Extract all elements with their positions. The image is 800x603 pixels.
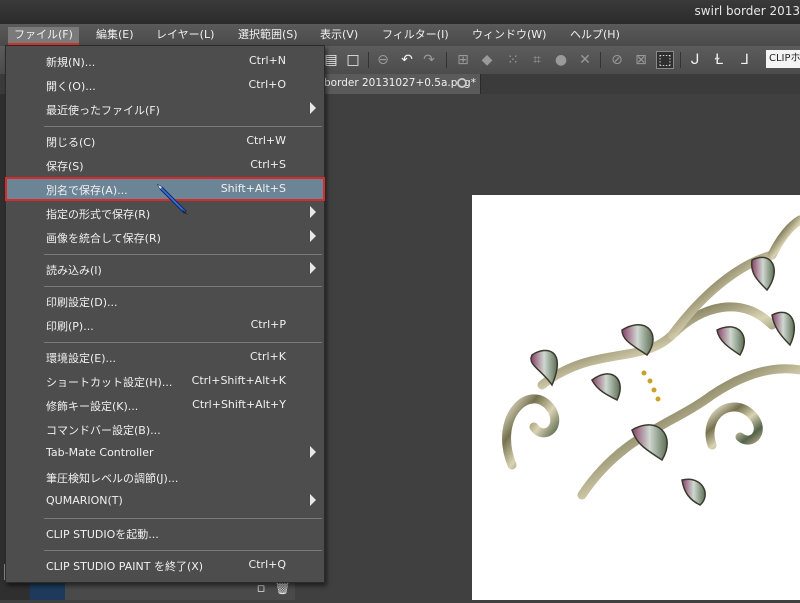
submenu-arrow-icon (310, 102, 316, 114)
menu-file[interactable]: ファイル(F) (8, 27, 79, 45)
submenu-arrow-icon (310, 230, 316, 242)
menu-item-close[interactable]: 閉じる(C) Ctrl+W (6, 130, 324, 152)
menu-selection[interactable]: 選択範囲(S) (232, 27, 304, 43)
menu-item-new[interactable]: 新規(N)... Ctrl+N (6, 50, 324, 72)
menu-edit[interactable]: 編集(E) (90, 27, 140, 43)
menu-item-shortcut-settings[interactable]: ショートカット設定(H)... Ctrl+Shift+Alt+K (6, 370, 324, 392)
menu-separator (44, 126, 322, 127)
submenu-arrow-icon (310, 494, 316, 506)
menu-item-tab-mate-controller[interactable]: Tab-Mate Controller (6, 442, 324, 464)
clear-icon[interactable]: ✕ (576, 51, 594, 69)
submenu-arrow-icon (310, 262, 316, 274)
title-bar: swirl border 2013 (0, 0, 800, 24)
ruler-visibility-icon[interactable]: ⊠ (632, 51, 650, 69)
pen-cursor-icon (156, 183, 188, 215)
swirl-artwork-image (502, 215, 800, 506)
quick-access-combo[interactable]: CLIPホーム (766, 50, 800, 68)
menu-filter[interactable]: フィルター(I) (376, 27, 455, 43)
menu-item-import[interactable]: 読み込み(I) (6, 258, 324, 280)
submenu-arrow-icon (310, 446, 316, 458)
menu-separator (44, 518, 322, 519)
menu-separator (44, 550, 322, 551)
undo-disabled-icon[interactable]: ⊖ (374, 51, 392, 69)
tool-icon[interactable]: ⅃ (736, 51, 754, 69)
document-tab-label: border 20131027+0.5a.png* (324, 77, 476, 89)
menu-separator (44, 286, 322, 287)
menu-item-preferences[interactable]: 環境設定(E)... Ctrl+K (6, 346, 324, 368)
deselect-icon[interactable]: ⁙ (504, 51, 522, 69)
menu-help[interactable]: ヘルプ(H) (564, 27, 626, 43)
submenu-arrow-icon (310, 206, 316, 218)
pen-icon[interactable]: ᒍ (686, 51, 704, 69)
menu-separator (44, 342, 322, 343)
window-title: swirl border 2013 (694, 4, 800, 18)
menu-view[interactable]: 表示(V) (314, 27, 364, 43)
menu-item-print[interactable]: 印刷(P)... Ctrl+P (6, 314, 324, 336)
menu-item-open[interactable]: 開く(O)... Ctrl+O (6, 74, 324, 96)
erase-icon[interactable]: ◆ (478, 51, 496, 69)
menu-item-recent-files[interactable]: 最近使ったファイル(F) (6, 98, 324, 120)
selection-icon[interactable]: ⬚ (656, 51, 674, 69)
new-canvas-icon[interactable]: □ (344, 51, 362, 69)
color-swatch[interactable] (30, 580, 65, 600)
undo-icon[interactable]: ↶ (398, 51, 416, 69)
ruler-icon[interactable]: ⊘ (608, 51, 626, 69)
canvas-paper[interactable] (472, 195, 800, 600)
menu-window[interactable]: ウィンドウ(W) (466, 27, 552, 43)
trash-icon[interactable]: 🗑 (274, 582, 291, 596)
menu-separator (44, 254, 322, 255)
menu-layer[interactable]: レイヤー(L) (150, 27, 220, 43)
menu-item-command-bar-settings[interactable]: コマンドバー設定(B)... (6, 418, 324, 440)
close-tab-icon[interactable]: ● (457, 78, 467, 88)
menu-item-save[interactable]: 保存(S) Ctrl+S (6, 154, 324, 176)
redo-icon[interactable]: ↷ (420, 51, 438, 69)
menu-item-launch-clip-studio[interactable]: CLIP STUDIOを起動... (6, 522, 324, 544)
new-item-icon[interactable]: ▫ (254, 582, 268, 596)
menu-item-print-settings[interactable]: 印刷設定(D)... (6, 290, 324, 312)
menu-item-pen-pressure[interactable]: 筆圧検知レベルの調節(J)... (6, 466, 324, 488)
menu-item-qumarion[interactable]: QUMARION(T) (6, 490, 324, 512)
file-menu-dropdown: 新規(N)... Ctrl+N 開く(O)... Ctrl+O 最近使ったファイ… (5, 45, 325, 583)
invert-icon[interactable]: ● (552, 51, 570, 69)
menu-item-modifier-key-settings[interactable]: 修飾キー設定(K)... Ctrl+Shift+Alt+Y (6, 394, 324, 416)
expand-icon[interactable]: ⌗ (528, 51, 546, 69)
menu-bar: ファイル(F) 編集(E) レイヤー(L) 選択範囲(S) 表示(V) フィルタ… (0, 24, 800, 47)
menu-item-export-flattened[interactable]: 画像を統合して保存(R) (6, 226, 324, 248)
transform-icon[interactable]: ⊞ (454, 51, 472, 69)
curve-icon[interactable]: Ɫ (710, 51, 728, 69)
menu-item-exit[interactable]: CLIP STUDIO PAINT を終了(X) Ctrl+Q (6, 554, 324, 576)
